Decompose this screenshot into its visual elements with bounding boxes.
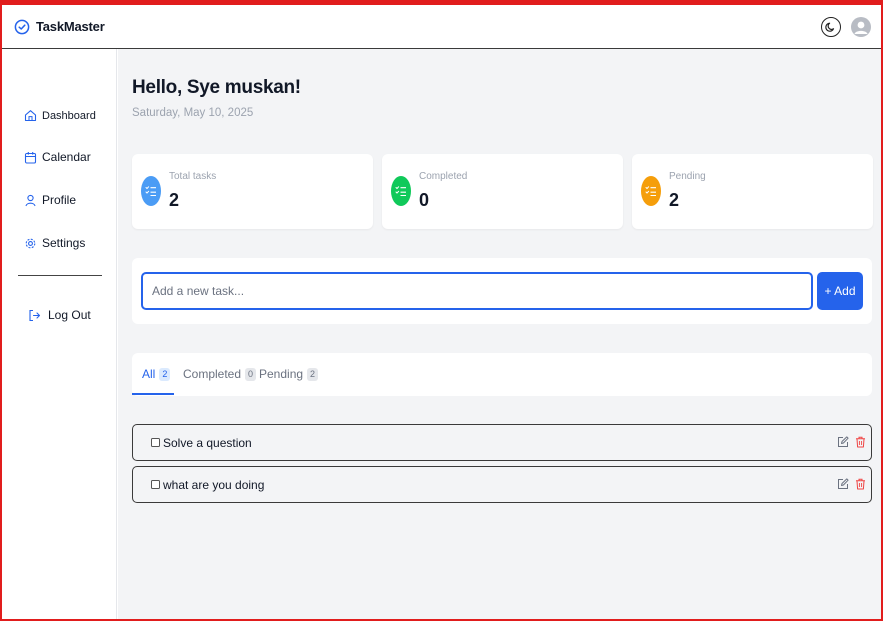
list-check-icon [641,176,661,206]
sidebar-divider [18,275,102,276]
stat-label: Pending [669,171,706,182]
task-title: what are you doing [163,478,265,492]
logout-icon [28,309,41,322]
sidebar-item-label: Calendar [42,150,91,164]
stat-card-pending: Pending 2 [632,154,873,229]
sidebar-item-label: Profile [42,193,77,207]
sidebar-item-dashboard[interactable]: Dashboard [24,109,96,122]
moon-icon [825,21,837,33]
stat-label: Completed [419,171,468,182]
user-silhouette-icon [851,17,871,37]
home-icon [24,109,37,122]
logout-label: Log Out [48,308,91,322]
add-task-card: + Add [132,258,872,324]
task-item: what are you doing [132,466,872,503]
stat-value: 2 [669,190,680,210]
header-actions [821,16,871,37]
new-task-input[interactable] [141,272,813,310]
stat-label: Total tasks [169,171,217,182]
calendar-icon [24,151,37,164]
sidebar-item-profile[interactable]: Profile [24,193,76,207]
filter-tabs: All 2 Completed 0 Pending 2 [132,353,872,396]
tab-count-badge: 2 [307,367,319,381]
app-frame: TaskMaster Dashboard Calendar Profile Se… [0,0,883,621]
tab-count-badge: 0 [245,367,257,381]
tab-pending[interactable]: Pending 2 [259,367,319,381]
tab-label: Completed [183,367,242,381]
current-date: Saturday, May 10, 2025 [132,107,254,119]
sidebar-item-settings[interactable]: Settings [24,236,85,250]
top-header: TaskMaster [2,5,881,49]
tab-label: All [142,367,156,381]
sidebar-item-calendar[interactable]: Calendar [24,150,91,164]
edit-icon[interactable] [837,478,849,490]
check-circle-icon [14,19,30,35]
task-checkbox[interactable] [151,438,160,447]
gear-icon [24,237,37,250]
stat-card-total: Total tasks 2 [132,154,373,229]
list-check-icon [391,176,411,206]
stat-value: 2 [169,190,180,210]
add-task-button[interactable]: + Add [817,272,863,310]
task-title: Solve a question [163,436,252,450]
brand[interactable]: TaskMaster [14,19,105,35]
edit-icon[interactable] [837,436,849,448]
logout-button[interactable]: Log Out [28,308,91,322]
user-icon [24,194,37,207]
page-title: Hello, Sye muskan! [132,77,301,98]
trash-icon[interactable] [855,436,866,448]
main-content: Hello, Sye muskan! Saturday, May 10, 202… [118,49,881,619]
sidebar: Dashboard Calendar Profile Settings Log [2,49,117,619]
tab-all[interactable]: All 2 [142,367,171,381]
list-check-icon [141,176,161,206]
stat-card-completed: Completed 0 [382,154,623,229]
sidebar-item-label: Dashboard [42,109,96,122]
active-tab-indicator [132,393,174,395]
theme-toggle-button[interactable] [821,16,841,37]
task-item: Solve a question [132,424,872,461]
task-checkbox[interactable] [151,480,160,489]
stat-value: 0 [419,190,430,210]
tab-completed[interactable]: Completed 0 [183,367,257,381]
user-avatar[interactable] [851,16,871,37]
app-name: TaskMaster [36,19,105,34]
tab-count-badge: 2 [159,367,171,381]
tab-label: Pending [259,367,304,381]
sidebar-item-label: Settings [42,236,86,250]
trash-icon[interactable] [855,478,866,490]
